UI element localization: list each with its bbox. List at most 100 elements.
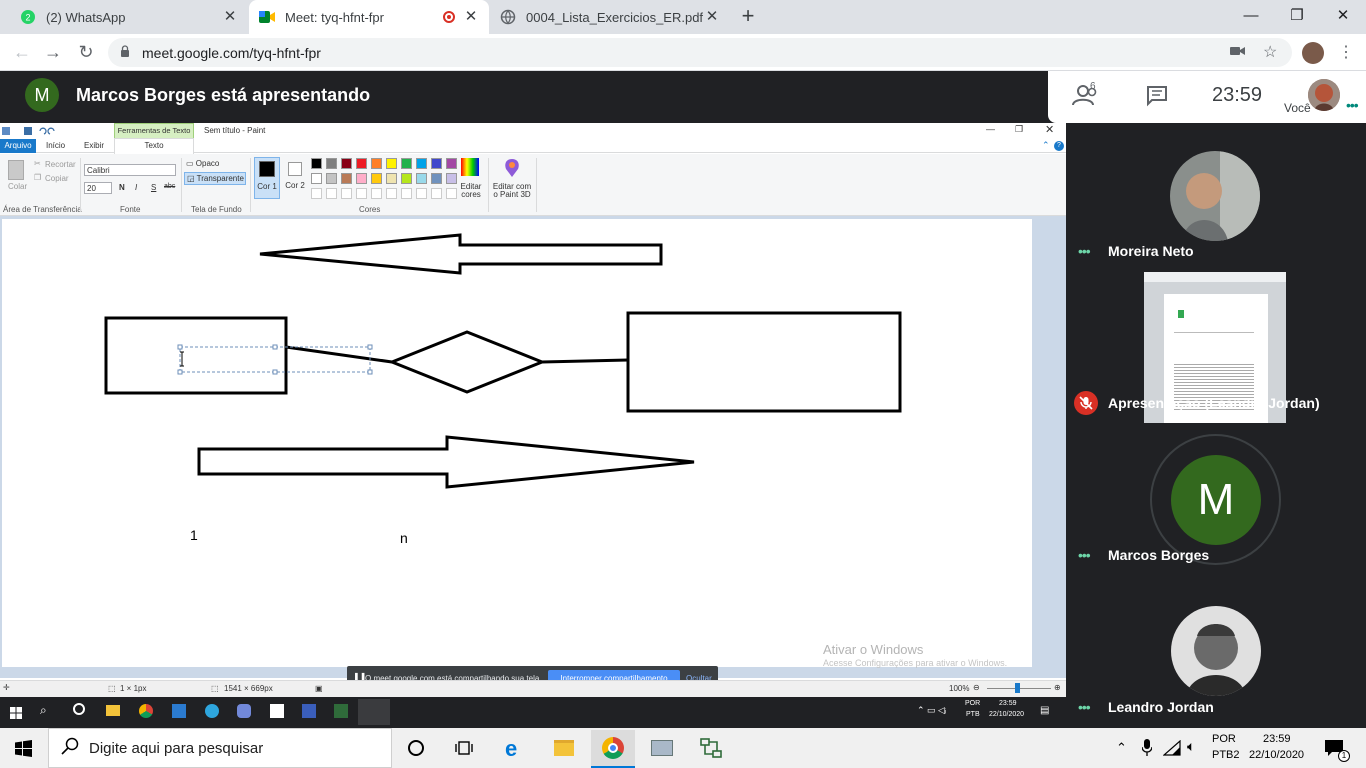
color-palette[interactable] [311,158,461,200]
cortana-icon[interactable] [408,740,424,756]
windows-start-icon[interactable] [15,740,32,762]
volume-icon[interactable]: 🔈︎ [1187,738,1195,755]
bold-button[interactable]: N [119,183,125,192]
palette-swatch[interactable] [416,158,427,169]
palette-swatch[interactable] [386,173,397,184]
language-code[interactable]: POR [1212,733,1236,745]
palette-swatch-empty[interactable] [386,188,397,199]
new-tab-button[interactable]: + [738,4,758,28]
palette-swatch[interactable] [341,173,352,184]
people-icon[interactable] [1072,83,1102,112]
zoom-out-icon[interactable]: ⊖ [973,683,980,692]
close-window-icon[interactable]: ✕ [1320,0,1366,30]
restore-icon[interactable]: ❐ [1274,0,1320,30]
font-family-select[interactable]: Calibri [84,164,176,176]
palette-swatch-empty[interactable] [371,188,382,199]
reload-icon[interactable]: ↻ [74,40,98,64]
palette-swatch-empty[interactable] [326,188,337,199]
chrome-menu-icon[interactable]: ⋮ [1338,42,1354,62]
wifi-icon[interactable] [1162,739,1181,761]
palette-swatch[interactable] [356,158,367,169]
back-icon[interactable]: ← [10,40,34,64]
keyboard-layout[interactable]: PTB2 [1212,749,1240,761]
cut-button[interactable]: Recortar [45,160,76,169]
bookmark-star-icon[interactable]: ☆ [1263,42,1277,62]
close-tab-icon[interactable]: ✕ [463,9,479,25]
paint-minimize-icon[interactable]: — [986,124,995,134]
palette-swatch-empty[interactable] [356,188,367,199]
palette-swatch[interactable] [446,173,457,184]
selection-handle[interactable] [177,344,183,350]
profile-avatar[interactable] [1302,42,1324,64]
palette-swatch[interactable] [341,158,352,169]
close-tab-icon[interactable]: ✕ [222,9,238,25]
palette-swatch[interactable] [311,173,322,184]
clock-time[interactable]: 23:59 [1263,733,1291,745]
palette-swatch[interactable] [431,158,442,169]
help-icon[interactable]: ? [1054,141,1064,151]
palette-swatch-empty[interactable] [401,188,412,199]
palette-swatch-empty[interactable] [341,188,352,199]
palette-swatch[interactable] [446,158,457,169]
photos-app-icon[interactable] [651,740,673,756]
menu-view[interactable]: Exibir [84,141,104,150]
paste-icon[interactable] [8,160,24,180]
selection-handle[interactable] [272,369,278,375]
opaque-option[interactable]: ▭ Opaco [186,159,219,168]
taskbar-search[interactable]: Digite aqui para pesquisar [48,728,392,768]
palette-swatch-empty[interactable] [416,188,427,199]
paint3d-icon[interactable] [503,158,521,180]
tab-pdf[interactable]: 0004_Lista_Exercicios_ER.pdf ✕ [490,0,730,34]
edit-colors-icon[interactable] [461,158,479,178]
address-bar[interactable]: meet.google.com/tyq-hfnt-fpr ☆ [108,38,1292,67]
paint-restore-icon[interactable]: ❐ [1015,124,1023,135]
camera-blocked-icon[interactable] [1230,44,1246,61]
palette-swatch[interactable] [386,158,397,169]
palette-swatch[interactable] [431,173,442,184]
network-tool-icon[interactable] [700,738,722,763]
strikethrough-button[interactable]: abc [164,183,175,190]
palette-swatch[interactable] [371,158,382,169]
menu-file[interactable]: Arquivo [0,139,36,153]
palette-swatch[interactable] [371,173,382,184]
selection-handle[interactable] [367,344,373,350]
menu-home[interactable]: Início [46,141,65,150]
palette-swatch[interactable] [401,158,412,169]
underline-button[interactable]: S [151,183,156,192]
color1-button[interactable]: Cor 1 [254,157,280,199]
show-hidden-icons[interactable]: ⌃ [1116,740,1127,756]
palette-swatch-empty[interactable] [446,188,457,199]
palette-swatch[interactable] [356,173,367,184]
minimize-icon[interactable]: — [1228,0,1274,30]
chrome-taskbar-button[interactable] [591,730,635,768]
menu-text[interactable]: Texto [114,138,194,154]
palette-swatch-empty[interactable] [311,188,322,199]
paint-close-icon[interactable]: ✕ [1045,123,1054,136]
selection-handle[interactable] [177,369,183,375]
ribbon-collapse-icon[interactable]: ⌃ [1042,140,1050,151]
selection-handle[interactable] [272,344,278,350]
text-selection-box[interactable] [179,346,371,373]
file-explorer-icon[interactable] [554,740,574,756]
zoom-in-icon[interactable]: ⊕ [1054,683,1061,692]
task-view-icon[interactable] [455,739,473,762]
color2-button[interactable]: Cor 2 [283,157,309,199]
font-size-select[interactable]: 20 [84,182,112,194]
edge-icon[interactable]: e [505,736,517,762]
palette-swatch[interactable] [401,173,412,184]
italic-button[interactable]: I [135,183,137,192]
copy-button[interactable]: Copiar [45,174,69,183]
close-tab-icon[interactable]: ✕ [704,9,720,25]
transparent-option[interactable]: ◲ Transparente [184,172,246,185]
paint-canvas[interactable]: 1 n Ativar o Windows Acesse Configuraçõe… [2,219,1032,668]
forward-icon[interactable]: → [41,40,65,64]
palette-swatch[interactable] [416,173,427,184]
chat-icon[interactable] [1146,85,1168,112]
palette-swatch[interactable] [311,158,322,169]
palette-swatch[interactable] [326,173,337,184]
selection-handle[interactable] [367,369,373,375]
tab-meet[interactable]: Meet: tyq-hfnt-fpr ✕ [249,0,489,34]
tab-whatsapp[interactable]: 2 (2) WhatsApp ✕ [0,0,248,34]
clock-date[interactable]: 22/10/2020 [1249,749,1304,761]
zoom-slider-thumb[interactable] [1015,683,1020,693]
